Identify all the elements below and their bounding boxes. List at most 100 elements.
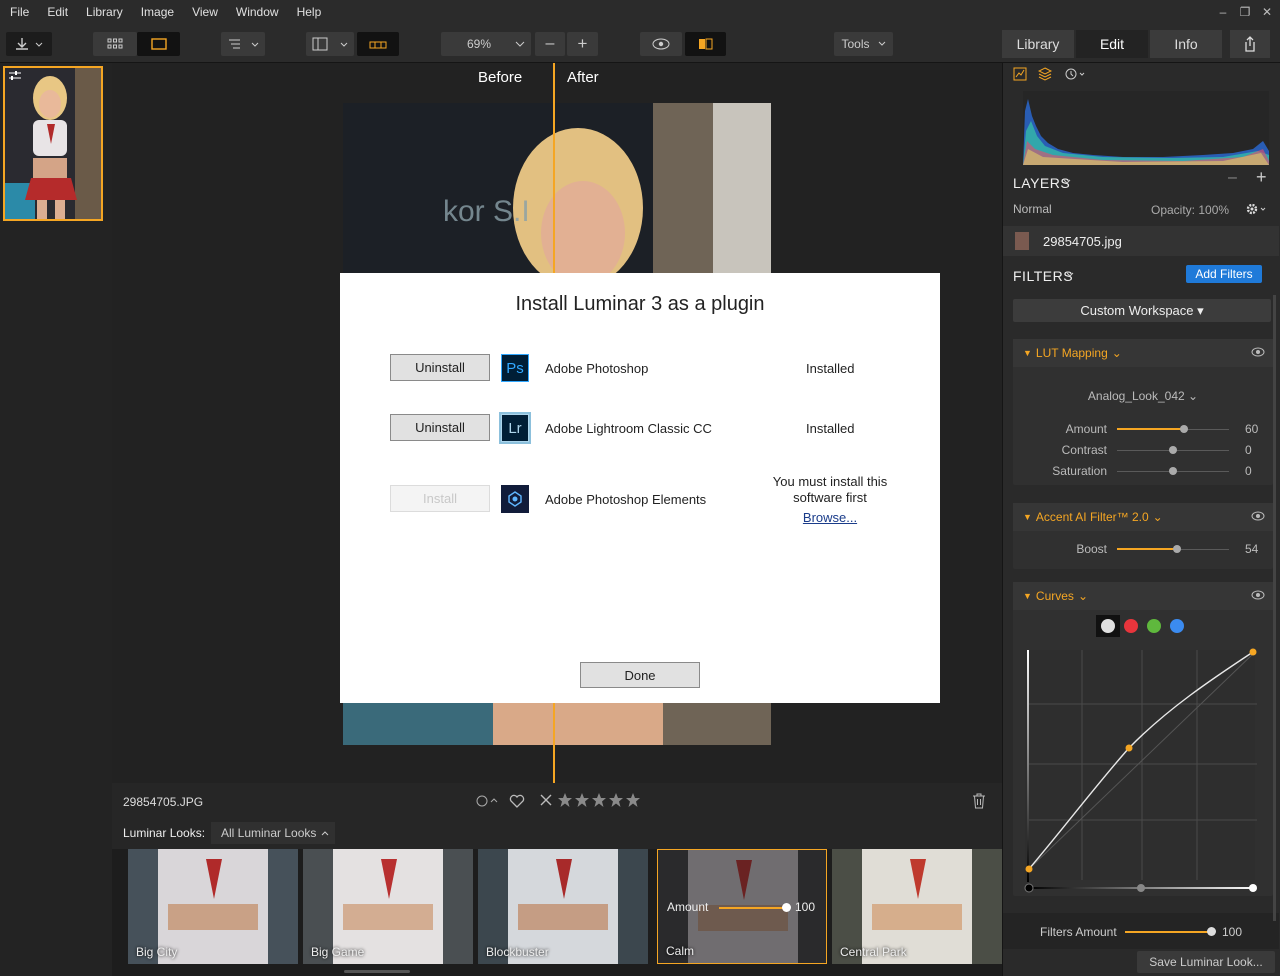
single-image-view-button[interactable]	[137, 32, 180, 56]
slider-knob[interactable]	[1169, 446, 1177, 454]
favorite-heart-icon[interactable]	[509, 793, 525, 808]
slider-knob[interactable]	[1173, 545, 1182, 553]
add-filters-button[interactable]: Add Filters	[1186, 265, 1262, 283]
slider-knob[interactable]	[1180, 425, 1189, 433]
layers-icon[interactable]	[1038, 67, 1052, 81]
history-icon[interactable]	[1064, 67, 1088, 81]
sort-button[interactable]	[221, 32, 265, 56]
status-photoshop: Installed	[806, 361, 855, 376]
filters-amount-slider[interactable]	[1125, 931, 1211, 933]
opacity-dropdown[interactable]: Opacity: 100%	[1151, 203, 1229, 217]
panel-scrollbar[interactable]	[1273, 295, 1276, 921]
looks-category-dropdown[interactable]: All Luminar Looks	[211, 822, 335, 844]
menu-edit[interactable]: Edit	[38, 0, 77, 25]
menu-library[interactable]: Library	[77, 0, 132, 25]
accent-ai-header[interactable]: ▼ Accent AI Filter™ 2.0 ⌄	[1013, 503, 1273, 531]
close-window-button[interactable]: ✕	[1256, 0, 1278, 25]
histogram-icon[interactable]	[1013, 67, 1027, 81]
dialog-title: Install Luminar 3 as a plugin	[515, 293, 765, 315]
slider-value: 54	[1245, 542, 1259, 556]
contrast-slider[interactable]: Contrast 0	[1013, 440, 1273, 460]
menu-image[interactable]: Image	[132, 0, 183, 25]
curves-graph[interactable]	[1017, 644, 1271, 896]
uninstall-lightroom-button[interactable]: Uninstall	[390, 414, 490, 441]
status-elements-line1: You must install this	[772, 474, 888, 489]
look-thumbnail[interactable]: Blockbuster	[478, 849, 648, 964]
look-amount-value: 100	[795, 900, 816, 914]
look-thumbnail-selected[interactable]: Amount 100 Calm	[657, 849, 827, 964]
channel-blue-button[interactable]	[1170, 619, 1184, 633]
zoom-dropdown[interactable]: 69%	[441, 32, 531, 56]
remove-layer-button[interactable]: –	[1228, 169, 1237, 187]
zoom-in-button[interactable]: +	[567, 32, 598, 56]
saturation-slider[interactable]: Saturation 0	[1013, 461, 1273, 481]
lut-preset-dropdown[interactable]: Analog_Look_042 ⌄	[1013, 389, 1273, 403]
zoom-out-button[interactable]: –	[535, 32, 565, 56]
image-thumbnail[interactable]	[3, 66, 103, 221]
eye-icon[interactable]	[1251, 590, 1265, 600]
add-layer-button[interactable]: +	[1256, 167, 1267, 188]
layer-row[interactable]: 29854705.jpg	[1003, 226, 1279, 256]
trash-icon[interactable]	[972, 793, 986, 809]
menu-window[interactable]: Window	[227, 0, 288, 25]
look-thumbnail[interactable]: Big City	[128, 849, 298, 964]
look-amount-slider[interactable]	[719, 907, 787, 909]
save-look-button[interactable]: Save Luminar Look...	[1137, 951, 1275, 973]
slider-knob[interactable]	[1169, 467, 1177, 475]
install-elements-button[interactable]: Install	[390, 485, 490, 512]
share-button[interactable]	[1230, 30, 1270, 58]
done-button[interactable]: Done	[580, 662, 700, 688]
menu-help[interactable]: Help	[288, 0, 331, 25]
color-label-icon[interactable]	[476, 793, 500, 809]
gear-icon[interactable]	[1246, 202, 1270, 216]
tools-dropdown[interactable]: Tools	[834, 32, 893, 56]
gallery-view-button[interactable]	[93, 32, 137, 56]
menu-file[interactable]: File	[0, 0, 38, 25]
slider-value: 0	[1245, 464, 1252, 478]
eye-icon[interactable]	[1251, 511, 1265, 521]
channel-rgb-button[interactable]	[1101, 619, 1115, 633]
browse-link[interactable]: Browse...	[760, 510, 900, 525]
filmstrip-toggle-button[interactable]	[357, 32, 399, 56]
look-amount-knob[interactable]	[782, 903, 791, 912]
channel-green-button[interactable]	[1147, 619, 1161, 633]
uninstall-photoshop-button[interactable]: Uninstall	[390, 354, 490, 381]
channel-red-button[interactable]	[1124, 619, 1138, 633]
eye-icon[interactable]	[1251, 347, 1265, 357]
look-thumbnail[interactable]: Big Game	[303, 849, 473, 964]
plugin-install-dialog: Install Luminar 3 as a plugin Uninstall …	[340, 273, 940, 703]
chevron-down-icon[interactable]	[1063, 179, 1071, 185]
boost-slider[interactable]: Boost 54	[1013, 539, 1273, 559]
tab-library[interactable]: Library	[1002, 30, 1074, 58]
looks-scrollbar[interactable]	[344, 970, 410, 973]
menu-view[interactable]: View	[183, 0, 227, 25]
looks-bar: Luminar Looks: All Luminar Looks	[112, 819, 1002, 849]
tools-label: Tools	[841, 37, 870, 51]
before-label: Before	[478, 69, 523, 86]
looks-category-value: All Luminar Looks	[221, 826, 317, 840]
tab-edit[interactable]: Edit	[1076, 30, 1148, 58]
slider-value: 0	[1245, 443, 1252, 457]
chevron-down-icon[interactable]	[1066, 272, 1074, 278]
compare-button[interactable]	[685, 32, 726, 56]
look-name: Blockbuster	[486, 945, 549, 959]
sidebar-toggle-button[interactable]	[306, 32, 354, 56]
lut-mapping-header[interactable]: ▼ LUT Mapping ⌄	[1013, 339, 1273, 367]
blend-mode-dropdown[interactable]: Normal	[1013, 202, 1052, 216]
menu-bar: File Edit Library Image View Window Help…	[0, 0, 1280, 25]
histogram	[1023, 91, 1269, 165]
curves-header[interactable]: ▼ Curves ⌄	[1013, 582, 1273, 610]
tab-info[interactable]: Info	[1150, 30, 1222, 58]
slider-label: Contrast	[1061, 443, 1107, 457]
look-thumbnail[interactable]: Central Park	[832, 849, 1002, 964]
star-rating[interactable]	[557, 792, 643, 808]
photoshop-elements-icon	[501, 485, 529, 513]
reject-icon[interactable]	[540, 794, 552, 806]
amount-slider[interactable]: Amount 60	[1013, 419, 1273, 439]
minimize-button[interactable]: –	[1212, 0, 1234, 25]
preview-button[interactable]	[640, 32, 682, 56]
import-button[interactable]	[6, 32, 52, 56]
filters-amount-knob[interactable]	[1207, 927, 1216, 936]
workspace-dropdown[interactable]: Custom Workspace ▾	[1013, 299, 1271, 322]
maximize-button[interactable]: ❐	[1234, 0, 1256, 25]
